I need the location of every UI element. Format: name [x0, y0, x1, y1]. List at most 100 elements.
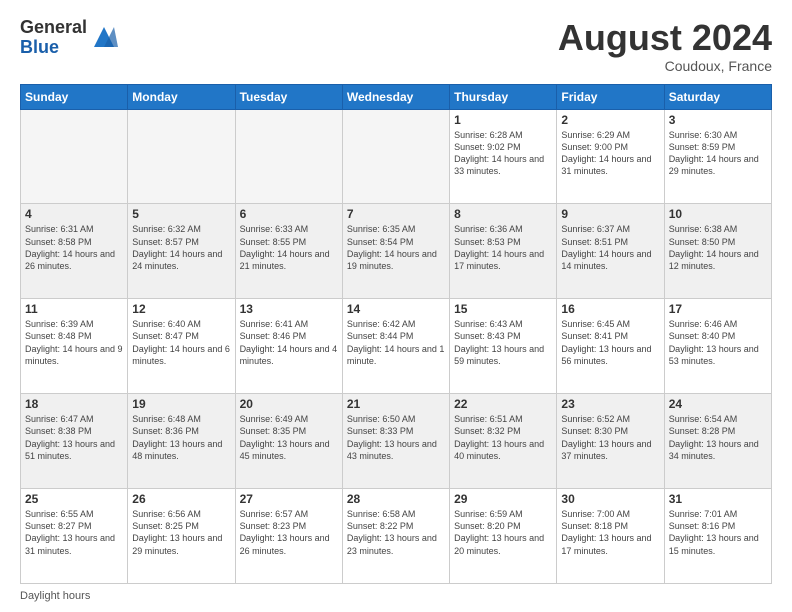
table-row: 29 Sunrise: 6:59 AMSunset: 8:20 PMDayligh… — [450, 489, 557, 584]
calendar-table: Sunday Monday Tuesday Wednesday Thursday… — [20, 84, 772, 584]
day-number: 20 — [240, 397, 338, 411]
day-number: 8 — [454, 207, 552, 221]
day-number: 11 — [25, 302, 123, 316]
day-number: 26 — [132, 492, 230, 506]
day-info: Sunrise: 6:32 AMSunset: 8:57 PMDaylight:… — [132, 223, 230, 272]
day-info: Sunrise: 7:01 AMSunset: 8:16 PMDaylight:… — [669, 508, 767, 557]
table-row: 27Sunrise: 6:57 AMSunset: 8:23 PMDayligh… — [235, 489, 342, 584]
day-info: Sunrise: 6:28 AMSunset: 9:02 PMDaylight:… — [454, 129, 552, 178]
day-info: Sunrise: 6:51 AMSunset: 8:32 PMDaylight:… — [454, 413, 552, 462]
table-row: 10Sunrise: 6:38 AMSunset: 8:50 PMDayligh… — [664, 204, 771, 299]
day-number: 21 — [347, 397, 445, 411]
day-info: Sunrise: 6:46 AMSunset: 8:40 PMDaylight:… — [669, 318, 767, 367]
table-row: 8 Sunrise: 6:36 AMSunset: 8:53 PMDaylight… — [450, 204, 557, 299]
footer: Daylight hours — [20, 590, 772, 602]
logo: General Blue — [20, 18, 118, 58]
day-number: 27 — [240, 492, 338, 506]
day-info: Sunrise: 6:38 AMSunset: 8:50 PMDaylight:… — [669, 223, 767, 272]
day-info: Sunrise: 6:59 AMSunset: 8:20 PMDaylight:… — [454, 508, 552, 557]
day-info: Sunrise: 6:50 AMSunset: 8:33 PMDaylight:… — [347, 413, 445, 462]
day-number: 12 — [132, 302, 230, 316]
day-number: 13 — [240, 302, 338, 316]
day-number: 5 — [132, 207, 230, 221]
day-number: 29 — [454, 492, 552, 506]
day-info: Sunrise: 6:54 AMSunset: 8:28 PMDaylight:… — [669, 413, 767, 462]
calendar-header-row: Sunday Monday Tuesday Wednesday Thursday… — [21, 84, 772, 109]
title-section: August 2024 Coudoux, France — [558, 18, 772, 74]
day-info: Sunrise: 6:30 AMSunset: 8:59 PMDaylight:… — [669, 129, 767, 178]
day-number: 4 — [25, 207, 123, 221]
day-info: Sunrise: 6:43 AMSunset: 8:43 PMDaylight:… — [454, 318, 552, 367]
day-number: 6 — [240, 207, 338, 221]
day-info: Sunrise: 7:00 AMSunset: 8:18 PMDaylight:… — [561, 508, 659, 557]
day-number: 7 — [347, 207, 445, 221]
table-row: 3 Sunrise: 6:30 AMSunset: 8:59 PMDaylight… — [664, 109, 771, 204]
day-number: 25 — [25, 492, 123, 506]
table-row — [235, 109, 342, 204]
table-row — [342, 109, 449, 204]
table-row: 6 Sunrise: 6:33 AMSunset: 8:55 PMDaylight… — [235, 204, 342, 299]
day-info: Sunrise: 6:52 AMSunset: 8:30 PMDaylight:… — [561, 413, 659, 462]
table-row: 25Sunrise: 6:55 AMSunset: 8:27 PMDayligh… — [21, 489, 128, 584]
day-info: Sunrise: 6:48 AMSunset: 8:36 PMDaylight:… — [132, 413, 230, 462]
day-number: 3 — [669, 113, 767, 127]
day-number: 1 — [454, 113, 552, 127]
day-info: Sunrise: 6:31 AMSunset: 8:58 PMDaylight:… — [25, 223, 123, 272]
col-sunday: Sunday — [21, 84, 128, 109]
calendar-week-row: 25Sunrise: 6:55 AMSunset: 8:27 PMDayligh… — [21, 489, 772, 584]
table-row: 21 Sunrise: 6:50 AMSunset: 8:33 PMDayligh… — [342, 394, 449, 489]
col-tuesday: Tuesday — [235, 84, 342, 109]
table-row: 24 Sunrise: 6:54 AMSunset: 8:28 PMDayligh… — [664, 394, 771, 489]
day-number: 16 — [561, 302, 659, 316]
day-number: 24 — [669, 397, 767, 411]
day-info: Sunrise: 6:56 AMSunset: 8:25 PMDaylight:… — [132, 508, 230, 557]
col-saturday: Saturday — [664, 84, 771, 109]
calendar-week-row: 18Sunrise: 6:47 AMSunset: 8:38 PMDayligh… — [21, 394, 772, 489]
table-row: 11Sunrise: 6:39 AMSunset: 8:48 PMDayligh… — [21, 299, 128, 394]
table-row: 14 Sunrise: 6:42 AMSunset: 8:44 PMDayligh… — [342, 299, 449, 394]
day-info: Sunrise: 6:29 AMSunset: 9:00 PMDaylight:… — [561, 129, 659, 178]
table-row — [21, 109, 128, 204]
day-info: Sunrise: 6:41 AMSunset: 8:46 PMDaylight:… — [240, 318, 338, 367]
table-row: 17 Sunrise: 6:46 AMSunset: 8:40 PMDayligh… — [664, 299, 771, 394]
day-info: Sunrise: 6:40 AMSunset: 8:47 PMDaylight:… — [132, 318, 230, 367]
day-info: Sunrise: 6:33 AMSunset: 8:55 PMDaylight:… — [240, 223, 338, 272]
table-row: 23Sunrise: 6:52 AMSunset: 8:30 PMDayligh… — [557, 394, 664, 489]
table-row: 5 Sunrise: 6:32 AMSunset: 8:57 PMDaylight… — [128, 204, 235, 299]
table-row: 7 Sunrise: 6:35 AMSunset: 8:54 PMDaylight… — [342, 204, 449, 299]
month-title: August 2024 — [558, 18, 772, 58]
calendar-week-row: 1 Sunrise: 6:28 AMSunset: 9:02 PMDaylight… — [21, 109, 772, 204]
table-row: 16Sunrise: 6:45 AMSunset: 8:41 PMDayligh… — [557, 299, 664, 394]
page: General Blue August 2024 Coudoux, France… — [0, 0, 792, 612]
table-row — [128, 109, 235, 204]
table-row: 18Sunrise: 6:47 AMSunset: 8:38 PMDayligh… — [21, 394, 128, 489]
day-number: 18 — [25, 397, 123, 411]
day-number: 30 — [561, 492, 659, 506]
col-wednesday: Wednesday — [342, 84, 449, 109]
header: General Blue August 2024 Coudoux, France — [20, 18, 772, 74]
table-row: 22 Sunrise: 6:51 AMSunset: 8:32 PMDayligh… — [450, 394, 557, 489]
footer-text: Daylight hours — [20, 590, 90, 602]
calendar-week-row: 11Sunrise: 6:39 AMSunset: 8:48 PMDayligh… — [21, 299, 772, 394]
col-monday: Monday — [128, 84, 235, 109]
day-info: Sunrise: 6:58 AMSunset: 8:22 PMDaylight:… — [347, 508, 445, 557]
day-info: Sunrise: 6:49 AMSunset: 8:35 PMDaylight:… — [240, 413, 338, 462]
table-row: 19 Sunrise: 6:48 AMSunset: 8:36 PMDayligh… — [128, 394, 235, 489]
table-row: 28Sunrise: 6:58 AMSunset: 8:22 PMDayligh… — [342, 489, 449, 584]
logo-general: General — [20, 18, 87, 38]
table-row: 15Sunrise: 6:43 AMSunset: 8:43 PMDayligh… — [450, 299, 557, 394]
day-number: 22 — [454, 397, 552, 411]
day-number: 17 — [669, 302, 767, 316]
table-row: 30 Sunrise: 7:00 AMSunset: 8:18 PMDayligh… — [557, 489, 664, 584]
day-number: 19 — [132, 397, 230, 411]
day-info: Sunrise: 6:36 AMSunset: 8:53 PMDaylight:… — [454, 223, 552, 272]
day-number: 14 — [347, 302, 445, 316]
day-number: 9 — [561, 207, 659, 221]
table-row: 12 Sunrise: 6:40 AMSunset: 8:47 PMDayligh… — [128, 299, 235, 394]
logo-text: General Blue — [20, 18, 87, 58]
day-info: Sunrise: 6:35 AMSunset: 8:54 PMDaylight:… — [347, 223, 445, 272]
calendar-week-row: 4 Sunrise: 6:31 AMSunset: 8:58 PMDaylight… — [21, 204, 772, 299]
day-number: 31 — [669, 492, 767, 506]
day-info: Sunrise: 6:42 AMSunset: 8:44 PMDaylight:… — [347, 318, 445, 367]
table-row: 13 Sunrise: 6:41 AMSunset: 8:46 PMDayligh… — [235, 299, 342, 394]
